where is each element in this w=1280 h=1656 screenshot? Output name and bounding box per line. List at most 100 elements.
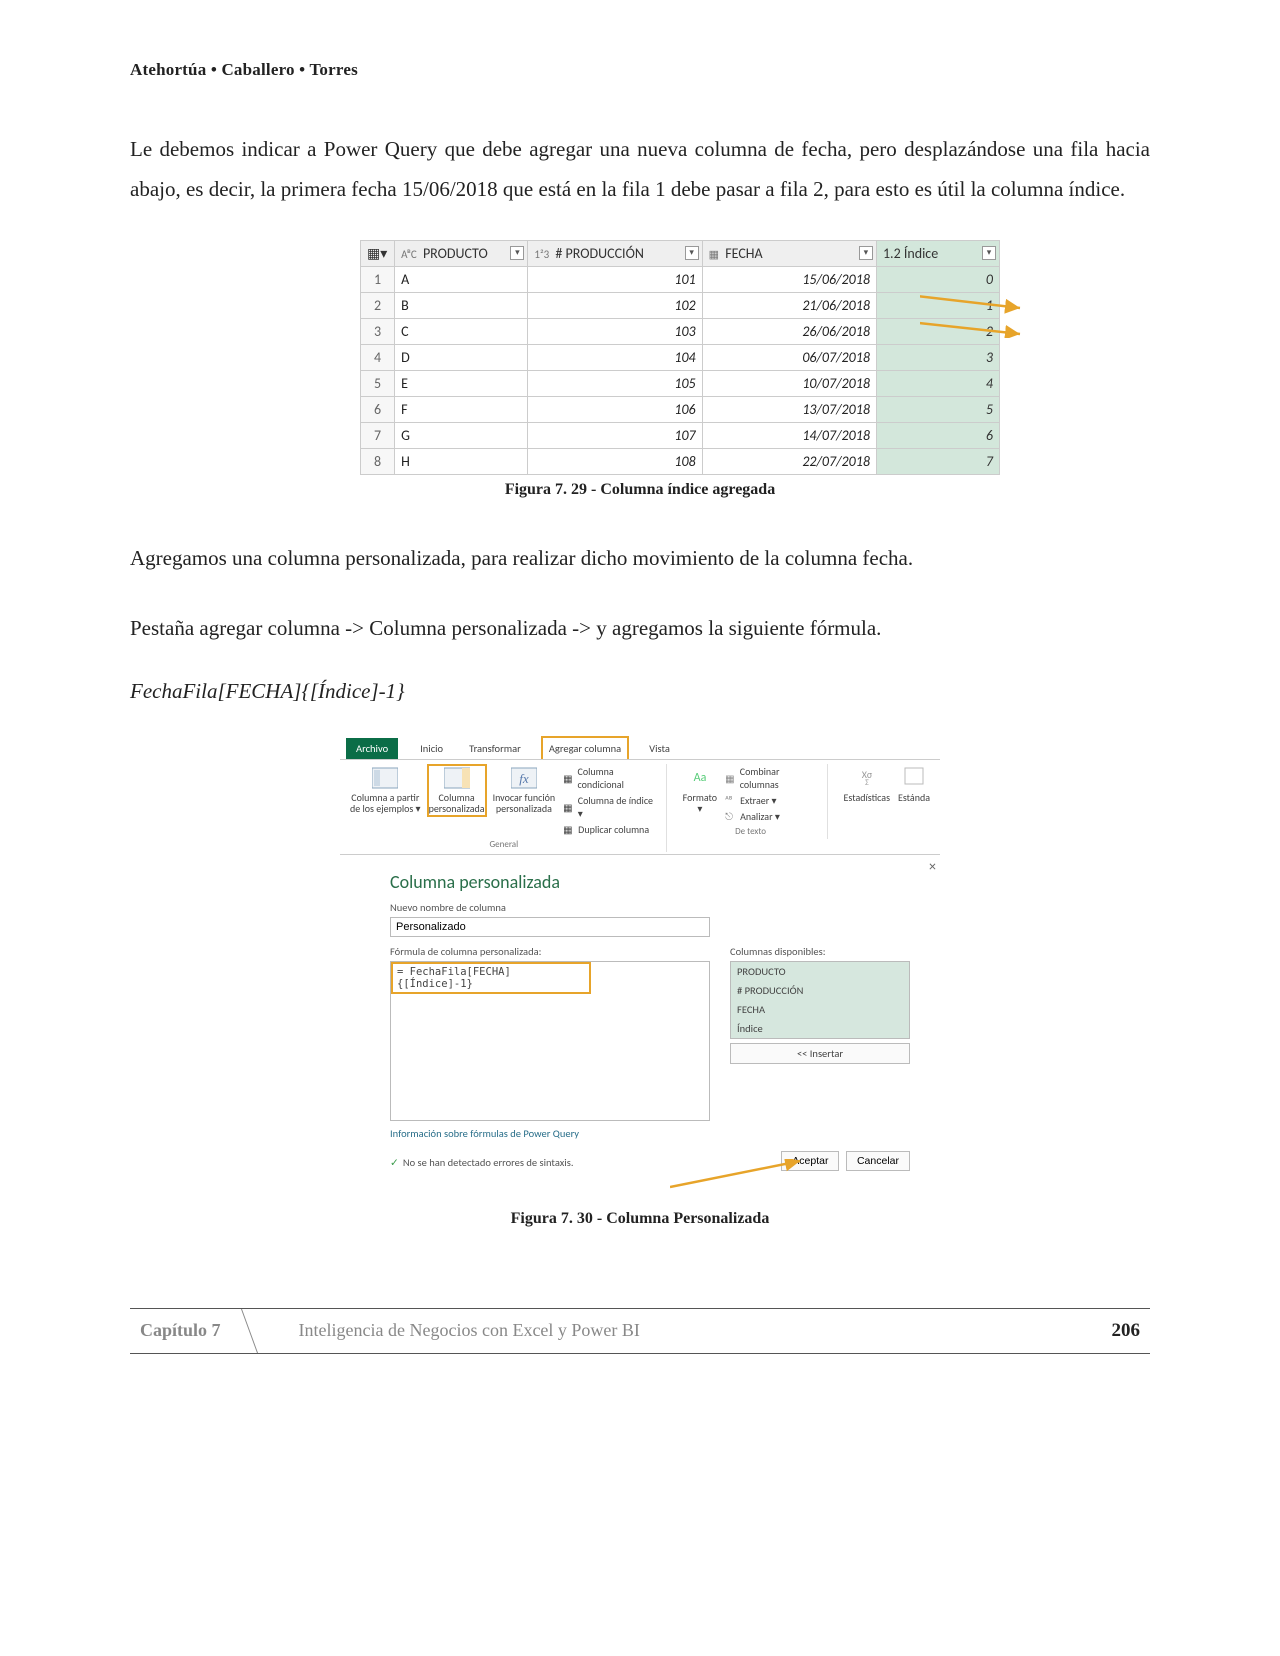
available-label: Columnas disponibles: xyxy=(730,945,910,958)
formula-text: = FechaFila[FECHA]{[Índice]-1} xyxy=(391,962,591,994)
available-columns-list[interactable]: PRODUCTO# PRODUCCIÓNFECHAÍndice xyxy=(730,961,910,1039)
divider xyxy=(249,1309,279,1353)
arrow-annotation xyxy=(920,268,1040,338)
table-row[interactable]: 2B10221/06/20181 xyxy=(361,292,1000,318)
cell-fecha: 14/07/2018 xyxy=(702,422,876,448)
cancel-button[interactable]: Cancelar xyxy=(846,1151,910,1171)
cell-indice: 5 xyxy=(876,396,999,422)
available-column-item[interactable]: PRODUCTO xyxy=(731,962,909,981)
btn-merge-columns[interactable]: ▦Combinar columnas xyxy=(723,764,820,792)
cell-producto: G xyxy=(395,422,528,448)
cell-producto: F xyxy=(395,396,528,422)
name-label: Nuevo nombre de columna xyxy=(390,901,910,914)
cell-fecha: 21/06/2018 xyxy=(702,292,876,318)
n123-icon: 1²3 xyxy=(534,248,549,261)
table-row[interactable]: 8H10822/07/20187 xyxy=(361,448,1000,474)
btn-duplicate-column[interactable]: ▦Duplicar columna xyxy=(561,822,659,837)
table-row[interactable]: 4D10406/07/20183 xyxy=(361,344,1000,370)
dropdown-icon[interactable]: ▾ xyxy=(859,246,873,260)
cell-produccion: 102 xyxy=(528,292,702,318)
cell-indice: 3 xyxy=(876,344,999,370)
table-row[interactable]: 5E10510/07/20184 xyxy=(361,370,1000,396)
tab-file[interactable]: Archivo xyxy=(346,738,398,759)
page-number: 206 xyxy=(1112,1320,1151,1342)
col-header-producto[interactable]: AᴮC PRODUCTO ▾ xyxy=(395,240,528,266)
group-detexto: De texto xyxy=(735,826,766,837)
svg-text:Aa: Aa xyxy=(694,771,707,785)
available-column-item[interactable]: # PRODUCCIÓN xyxy=(731,981,909,1000)
formula-line: FechaFila[FECHA]{[Índice]-1} xyxy=(130,679,1150,704)
btn-extract[interactable]: ᴬᴮExtraer ▾ xyxy=(723,793,820,808)
cell-indice: 7 xyxy=(876,448,999,474)
chapter-label: Capítulo 7 xyxy=(130,1320,249,1341)
cell-producto: E xyxy=(395,370,528,396)
info-link[interactable]: Información sobre fórmulas de Power Quer… xyxy=(390,1127,710,1140)
btn-conditional-column[interactable]: ▦Columna condicional xyxy=(561,764,659,792)
col-header-indice[interactable]: 1.2 Índice ▾ xyxy=(876,240,999,266)
check-icon: ✓ xyxy=(390,1156,399,1169)
table-row[interactable]: 7G10714/07/20186 xyxy=(361,422,1000,448)
btn-analyze[interactable]: ⎋Analizar ▾ xyxy=(723,809,820,824)
row-index: 4 xyxy=(361,344,395,370)
cell-produccion: 104 xyxy=(528,344,702,370)
svg-text:fx: fx xyxy=(519,771,529,786)
table-body: 1A10115/06/201802B10221/06/201813C10326/… xyxy=(361,266,1000,474)
formula-label: Fórmula de columna personalizada: xyxy=(390,945,710,958)
formula-input[interactable]: = FechaFila[FECHA]{[Índice]-1} xyxy=(390,961,710,1121)
btn-invoke-function[interactable]: fx Invocar función personalizada xyxy=(491,764,558,816)
group-general: General xyxy=(489,839,518,850)
arrow-to-ok xyxy=(670,1159,810,1189)
svg-text:Σ: Σ xyxy=(865,778,869,786)
col-header-produccion[interactable]: 1²3 # PRODUCCIÓN ▾ xyxy=(528,240,702,266)
dropdown-icon[interactable]: ▾ xyxy=(510,246,524,260)
row-index: 3 xyxy=(361,318,395,344)
insert-button[interactable]: << Insertar xyxy=(730,1043,910,1064)
cell-fecha: 13/07/2018 xyxy=(702,396,876,422)
table-row[interactable]: 3C10326/06/20182 xyxy=(361,318,1000,344)
dropdown-icon[interactable]: ▾ xyxy=(685,246,699,260)
tab-transform[interactable]: Transformar xyxy=(463,738,527,759)
paragraph-2: Agregamos una columna personalizada, par… xyxy=(130,539,1150,579)
btn-index-column[interactable]: ▦Columna de índice ▾ xyxy=(561,793,659,821)
cell-fecha: 10/07/2018 xyxy=(702,370,876,396)
btn-statistics[interactable]: ΧσΣ Estadísticas xyxy=(842,764,892,805)
cell-produccion: 107 xyxy=(528,422,702,448)
caption-7-30: Figura 7. 30 - Columna Personalizada xyxy=(130,1210,1150,1228)
cell-fecha: 15/06/2018 xyxy=(702,266,876,292)
abc-icon: AᴮC xyxy=(401,248,417,261)
col-header-fecha[interactable]: ▦ FECHA ▾ xyxy=(702,240,876,266)
dialog-title: Columna personalizada xyxy=(390,871,910,893)
table-row[interactable]: 1A10115/06/20180 xyxy=(361,266,1000,292)
row-index: 2 xyxy=(361,292,395,318)
btn-col-from-examples[interactable]: Columna a partir de los ejemplos ▾ xyxy=(348,764,423,816)
available-column-item[interactable]: FECHA xyxy=(731,1000,909,1019)
table-row[interactable]: 6F10613/07/20185 xyxy=(361,396,1000,422)
calendar-icon: ▦ xyxy=(709,248,719,261)
btn-format[interactable]: Aa Formato ▾ xyxy=(681,764,719,816)
row-index: 5 xyxy=(361,370,395,396)
tab-add-column[interactable]: Agregar columna xyxy=(541,736,629,759)
row-index: 8 xyxy=(361,448,395,474)
cell-produccion: 105 xyxy=(528,370,702,396)
cell-indice: 4 xyxy=(876,370,999,396)
cell-indice: 6 xyxy=(876,422,999,448)
tab-home[interactable]: Inicio xyxy=(414,738,449,759)
btn-custom-column[interactable]: Columna personalizada xyxy=(427,764,487,817)
close-icon[interactable]: × xyxy=(929,858,936,875)
tab-view[interactable]: Vista xyxy=(643,738,676,759)
corner-cell[interactable]: ▦▾ xyxy=(361,240,395,266)
cell-produccion: 108 xyxy=(528,448,702,474)
row-index: 1 xyxy=(361,266,395,292)
cell-produccion: 103 xyxy=(528,318,702,344)
page-footer: Capítulo 7 Inteligencia de Negocios con … xyxy=(130,1308,1150,1354)
cell-fecha: 22/07/2018 xyxy=(702,448,876,474)
cell-producto: H xyxy=(395,448,528,474)
column-name-input[interactable] xyxy=(390,917,710,937)
dropdown-icon[interactable]: ▾ xyxy=(982,246,996,260)
cell-produccion: 101 xyxy=(528,266,702,292)
available-column-item[interactable]: Índice xyxy=(731,1019,909,1038)
row-index: 6 xyxy=(361,396,395,422)
row-index: 7 xyxy=(361,422,395,448)
cell-produccion: 106 xyxy=(528,396,702,422)
btn-standard[interactable]: Estánda xyxy=(896,764,932,805)
